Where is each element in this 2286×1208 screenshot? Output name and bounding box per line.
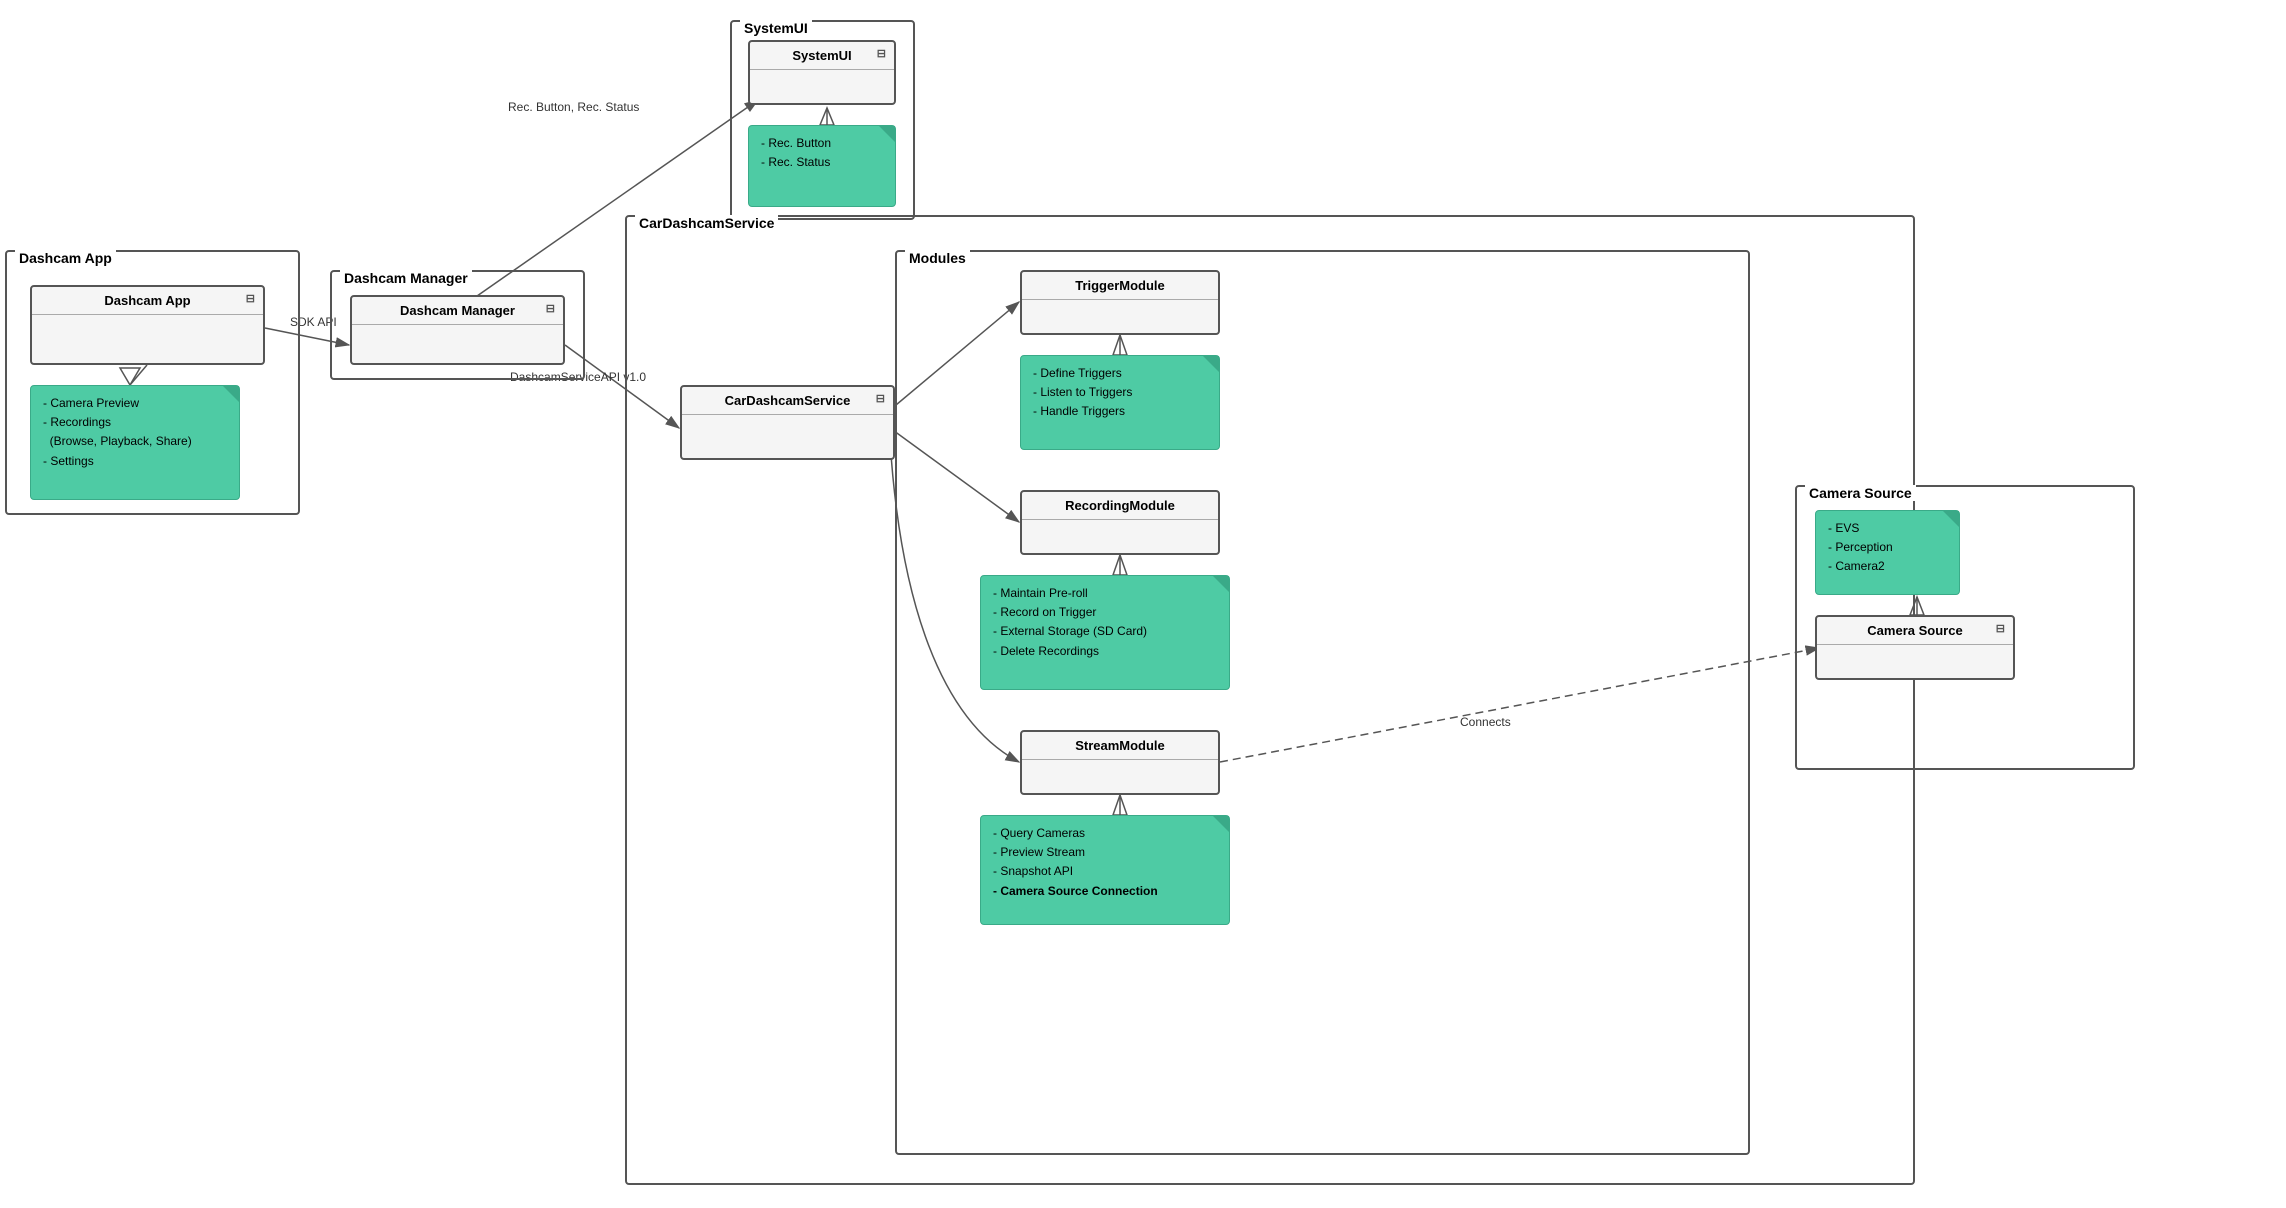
car-dashcam-service-icon: ⊟	[876, 392, 885, 405]
recording-module-inner-box: RecordingModule	[1020, 490, 1220, 555]
stream-feature-2: - Preview Stream	[993, 843, 1217, 862]
recording-feature-2: - Record on Trigger	[993, 603, 1217, 622]
dashcam-feature-4: - Settings	[43, 452, 227, 471]
systemui-title: ⊟ SystemUI	[750, 42, 894, 70]
dashcam-app-inner-box: ⊟ Dashcam App	[30, 285, 265, 365]
systemui-feature-2: - Rec. Status	[761, 153, 883, 172]
diagram-container: SDK API DashcamServiceAPI v1.0 Rec. Butt…	[0, 0, 2286, 1208]
recording-feature-4: - Delete Recordings	[993, 642, 1217, 661]
camera-feature-1: - EVS	[1828, 519, 1947, 538]
stream-module-title: StreamModule	[1022, 732, 1218, 760]
recording-feature-3: - External Storage (SD Card)	[993, 622, 1217, 641]
rec-button-label: Rec. Button, Rec. Status	[508, 100, 639, 114]
dashcam-app-icon: ⊟	[246, 292, 255, 305]
dashcam-feature-1: - Camera Preview	[43, 394, 227, 413]
stream-module-inner-box: StreamModule	[1020, 730, 1220, 795]
camera-feature-3: - Camera2	[1828, 557, 1947, 576]
systemui-features: - Rec. Button - Rec. Status	[748, 125, 896, 207]
recording-module-features: - Maintain Pre-roll - Record on Trigger …	[980, 575, 1230, 690]
trigger-module-title: TriggerModule	[1022, 272, 1218, 300]
camera-source-icon: ⊟	[1996, 622, 2005, 635]
camera-source-title: ⊟ Camera Source	[1817, 617, 2013, 645]
dashcam-app-title: ⊟ Dashcam App	[32, 287, 263, 315]
trigger-module-features: - Define Triggers - Listen to Triggers -…	[1020, 355, 1220, 450]
dashcam-manager-title: ⊟ Dashcam Manager	[352, 297, 563, 325]
modules-label: Modules	[905, 250, 970, 266]
dashcam-manager-inner-box: ⊟ Dashcam Manager	[350, 295, 565, 365]
dashcam-app-container-label: Dashcam App	[15, 250, 116, 266]
dashcam-manager-container-label: Dashcam Manager	[340, 270, 472, 286]
dashcam-feature-3: (Browse, Playback, Share)	[43, 432, 227, 451]
systemui-feature-1: - Rec. Button	[761, 134, 883, 153]
recording-module-title: RecordingModule	[1022, 492, 1218, 520]
trigger-feature-3: - Handle Triggers	[1033, 402, 1207, 421]
dashcam-manager-icon: ⊟	[546, 302, 555, 315]
trigger-feature-2: - Listen to Triggers	[1033, 383, 1207, 402]
dashcam-feature-2: - Recordings	[43, 413, 227, 432]
camera-feature-2: - Perception	[1828, 538, 1947, 557]
car-dashcam-service-inner-box: ⊟ CarDashcamService	[680, 385, 895, 460]
car-dashcam-service-title: ⊟ CarDashcamService	[682, 387, 893, 415]
car-dashcam-service-label: CarDashcamService	[635, 215, 778, 231]
systemui-icon: ⊟	[877, 47, 886, 60]
stream-feature-3: - Snapshot API	[993, 862, 1217, 881]
camera-source-inner-box: ⊟ Camera Source	[1815, 615, 2015, 680]
systemui-container-label: SystemUI	[740, 20, 812, 36]
systemui-inner-box: ⊟ SystemUI	[748, 40, 896, 105]
trigger-feature-1: - Define Triggers	[1033, 364, 1207, 383]
trigger-module-inner-box: TriggerModule	[1020, 270, 1220, 335]
camera-source-features: - EVS - Perception - Camera2	[1815, 510, 1960, 595]
dashcam-app-features: - Camera Preview - Recordings (Browse, P…	[30, 385, 240, 500]
camera-source-container-label: Camera Source	[1805, 485, 1916, 501]
recording-feature-1: - Maintain Pre-roll	[993, 584, 1217, 603]
stream-module-features: - Query Cameras - Preview Stream - Snaps…	[980, 815, 1230, 925]
stream-feature-4: - Camera Source Connection	[993, 882, 1217, 901]
stream-feature-1: - Query Cameras	[993, 824, 1217, 843]
